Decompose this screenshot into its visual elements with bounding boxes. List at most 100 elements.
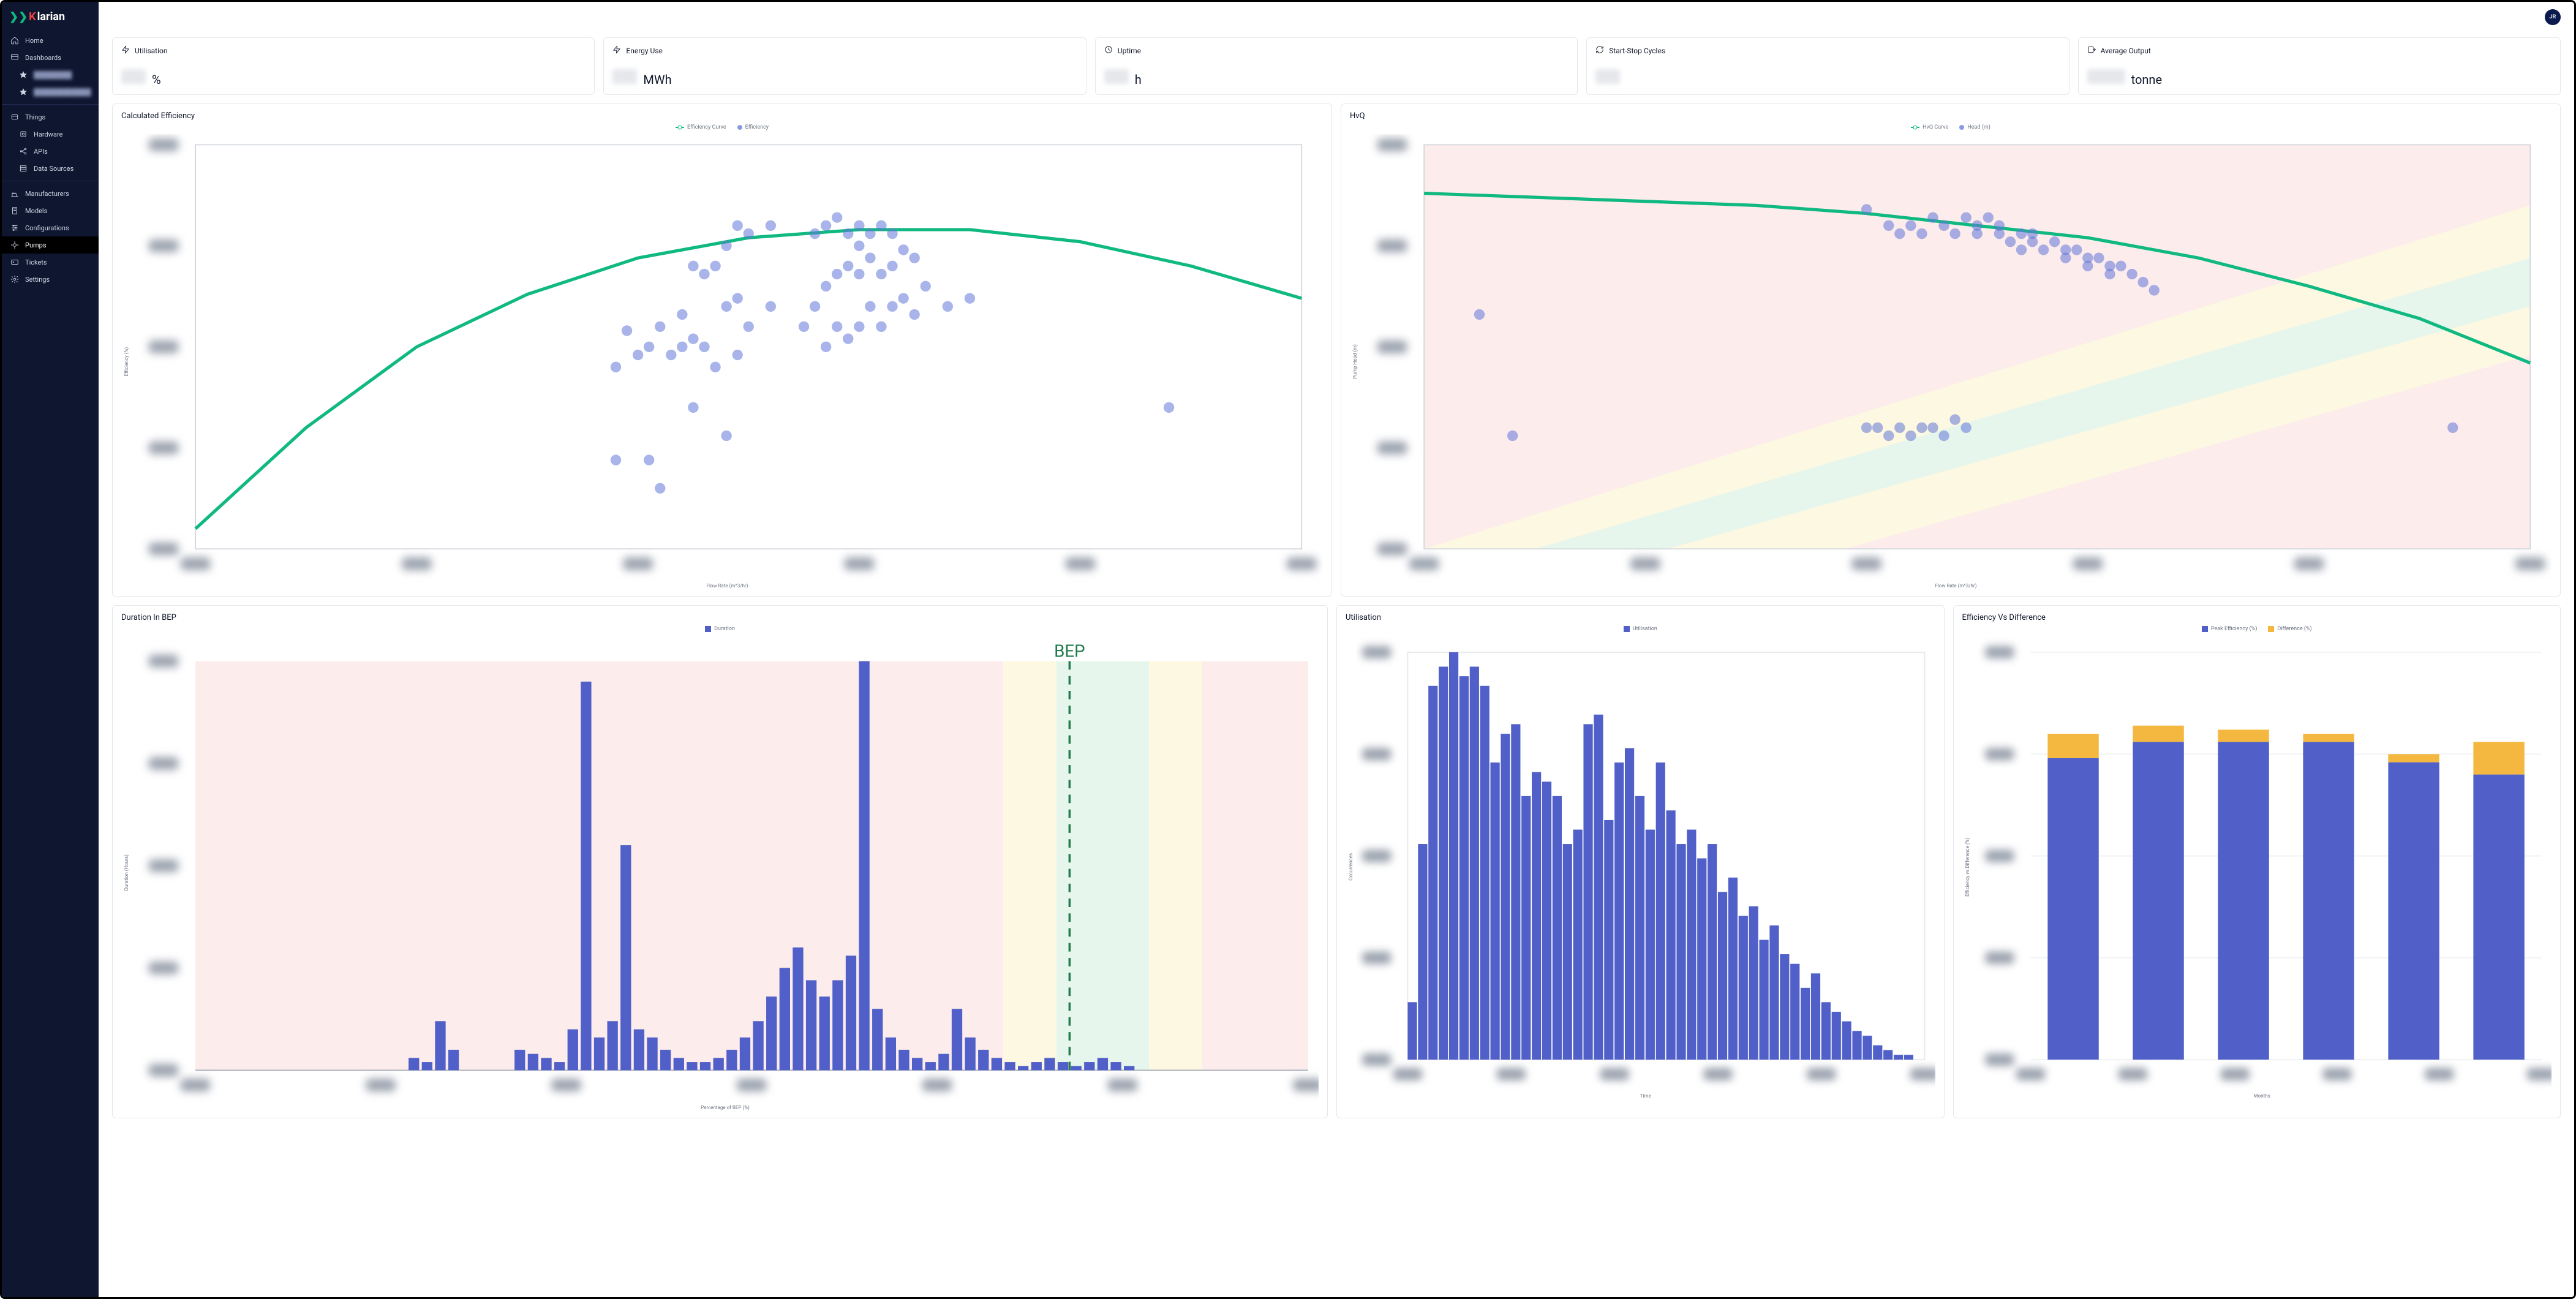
sidebar-item-manufacturers[interactable]: Manufacturers [2,185,99,202]
bep-chart: BEP [132,636,1319,1102]
kpi-uptime: Uptime h [1095,37,1578,95]
chart-title: Efficiency Vs Difference [1962,613,2552,622]
kpi-value: % [121,69,586,87]
logo-chevrons-icon: ❯❯ [9,10,28,23]
kpi-energy-use: Energy Use MWh [603,37,1086,95]
kpi-head: Energy Use [612,45,1077,56]
main-content: JR Utilisation %Energy Use MWhUptime hSt… [99,2,2574,1297]
manufacturers-icon [10,189,19,198]
blurred-value [1104,69,1129,84]
kpi-head: Uptime [1104,45,1569,56]
tickets-icon [10,258,19,266]
sidebar-item-label: Hardware [34,130,62,138]
chart-title: Utilisation [1346,613,1935,622]
chart-legend: Peak Efficiency (%) Difference (%) [1962,626,2552,632]
line-icon [1911,127,1919,128]
settings-icon [10,275,19,284]
kpi-unit: % [152,72,161,87]
sidebar-item-label: Configurations [25,224,69,232]
sidebar-item-settings[interactable]: Settings [2,271,99,288]
blurred-value [121,69,146,84]
things-icon [10,113,19,121]
card-eff-diff: Efficiency Vs Difference Peak Efficiency… [1953,605,2561,1118]
util-chart [1356,636,1935,1091]
config-icon [10,224,19,232]
blurred-value [1595,69,1620,84]
sidebar-item-label: Things [25,113,45,121]
sidebar-item-apis[interactable]: APIs [2,143,99,160]
chart-title: Calculated Efficiency [121,111,1323,121]
sidebar-item-label: Data Sources [34,165,73,173]
sidebar-item-dashboards[interactable]: Dashboards [2,49,99,66]
brand-logo: ❯❯Klarian [2,2,99,32]
kpi-label: Energy Use [626,47,663,55]
card-calculated-efficiency: Calculated Efficiency Efficiency Curve E… [112,104,1332,597]
kpi-value: h [1104,69,1569,87]
sidebar-item-data-sources[interactable]: Data Sources [2,160,99,177]
sidebar-item-pumps[interactable]: Pumps [2,236,99,254]
sidebar: ❯❯Klarian HomeDashboards████████████████… [2,2,99,1297]
dot-icon [1959,125,1964,130]
chart-title: HvQ [1350,111,2552,121]
hardware-icon [19,130,28,138]
kpi-label: Utilisation [135,47,168,55]
data-icon [19,164,28,173]
sidebar-item-label: ████████ [34,71,72,79]
card-utilisation: Utilisation Utilisation Occurrences Time [1336,605,1945,1118]
home-icon [10,36,19,45]
sidebar-item-label: Settings [25,276,50,284]
sidebar-item-label: Manufacturers [25,190,69,198]
square-icon [1624,626,1630,632]
sidebar-item-label: Pumps [25,241,47,249]
kpi-value [1595,69,2060,84]
square-icon [2268,626,2274,632]
kpi-head: Average Output [2087,45,2552,56]
kpi-avg-output: Average Output tonne [2078,37,2561,95]
square-icon [705,626,711,632]
sidebar-item-label: Dashboards [25,54,61,62]
avatar[interactable]: JR [2545,9,2561,25]
blurred-value [2087,69,2125,84]
kpi-head: Start-Stop Cycles [1595,45,2060,56]
sidebar-item-tickets[interactable]: Tickets [2,254,99,271]
star-icon [19,70,28,79]
sidebar-item-things[interactable]: Things [2,108,99,126]
kpi-label: Average Output [2101,47,2151,55]
clock-icon [1104,45,1113,56]
sidebar-item-fav-1[interactable]: ████████ [2,66,99,83]
kpi-unit: h [1135,72,1142,87]
refresh-icon [1595,45,1604,56]
square-icon [2202,626,2208,632]
kpi-start-stop: Start-Stop Cycles [1586,37,2069,95]
models-icon [10,206,19,215]
chart-legend: Efficiency Curve Efficiency [121,124,1323,130]
kpi-unit: MWh [643,72,671,87]
kpi-value: MWh [612,69,1077,87]
sidebar-item-configurations[interactable]: Configurations [2,219,99,236]
chart-legend: Utilisation [1346,626,1935,632]
sidebar-item-label: ████████████ [34,88,91,96]
sidebar-item-home[interactable]: Home [2,32,99,49]
svg-text:BEP: BEP [1054,641,1085,661]
chart-legend: HvQ Curve Head (m) [1350,124,2552,130]
kpi-value: tonne [2087,69,2552,87]
sidebar-item-fav-2[interactable]: ████████████ [2,83,99,100]
chart-legend: Duration [121,626,1319,632]
dashboard-icon [10,53,19,62]
hvq-chart [1360,134,2552,581]
kpi-unit: tonne [2131,72,2162,87]
sidebar-item-hardware[interactable]: Hardware [2,126,99,143]
header: JR [2545,9,2561,25]
sidebar-item-models[interactable]: Models [2,202,99,219]
dot-icon [737,125,742,130]
efficiency-chart [132,134,1323,581]
sidebar-item-label: Models [25,207,47,215]
kpi-label: Uptime [1118,47,1141,55]
effdiff-chart [1973,636,2552,1091]
kpi-row: Utilisation %Energy Use MWhUptime hStart… [112,37,2561,95]
line-icon [676,127,684,128]
kpi-head: Utilisation [121,45,586,56]
bolt-icon [612,45,621,56]
sidebar-item-label: Tickets [25,258,47,266]
card-duration-bep: Duration In BEP Duration Duration (Hours… [112,605,1328,1118]
